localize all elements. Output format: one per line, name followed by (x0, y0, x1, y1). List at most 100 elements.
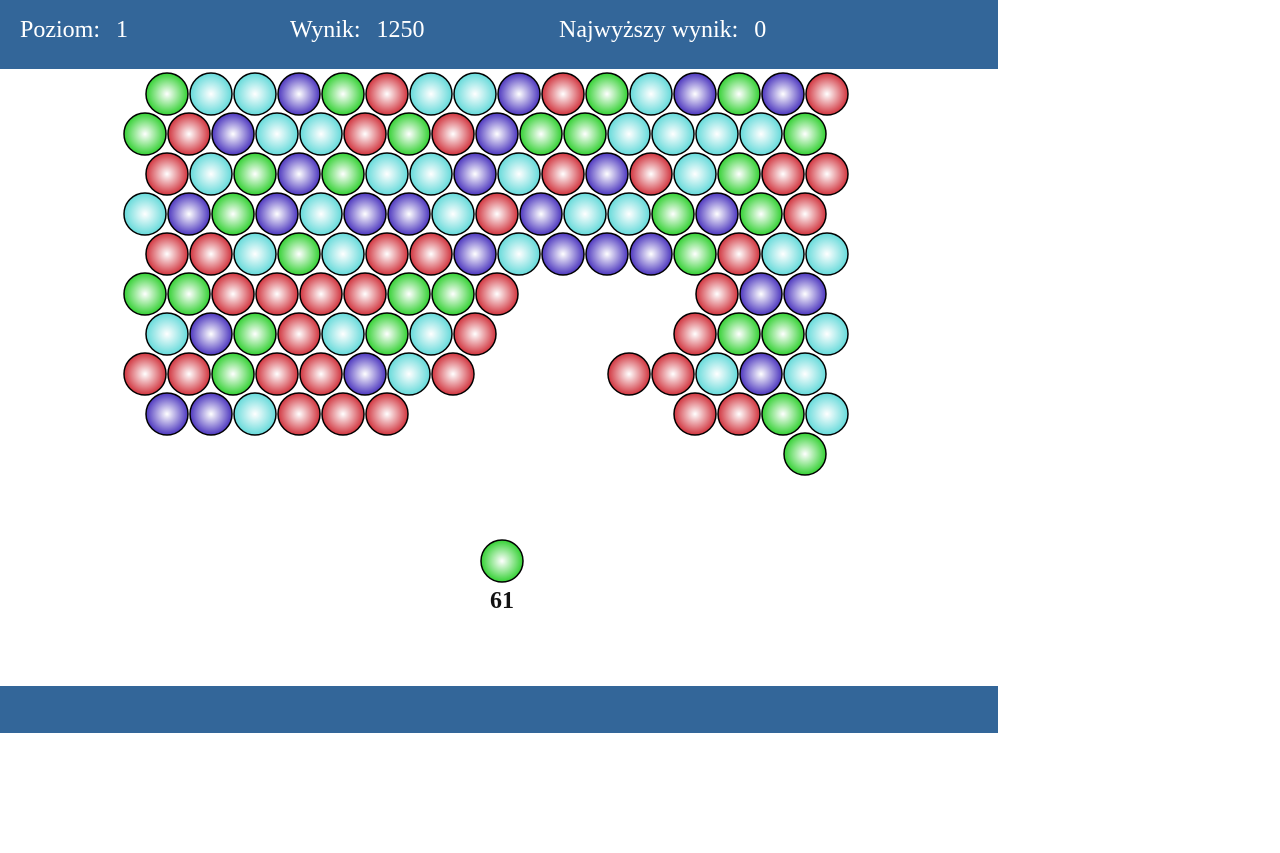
cyan-bubble (563, 192, 607, 236)
red-bubble (145, 152, 189, 196)
blue-bubble (167, 192, 211, 236)
green-bubble (431, 272, 475, 316)
cyan-bubble (321, 232, 365, 276)
cyan-bubble (497, 232, 541, 276)
cyan-bubble (607, 112, 651, 156)
cyan-bubble (629, 72, 673, 116)
cyan-bubble (409, 72, 453, 116)
red-bubble (123, 352, 167, 396)
red-bubble (145, 232, 189, 276)
red-bubble (167, 352, 211, 396)
blue-bubble (629, 232, 673, 276)
red-bubble (277, 312, 321, 356)
green-bubble (651, 192, 695, 236)
blue-bubble (453, 232, 497, 276)
green-bubble (145, 72, 189, 116)
green-bubble (717, 152, 761, 196)
green-bubble (211, 192, 255, 236)
red-bubble (651, 352, 695, 396)
cyan-bubble (299, 112, 343, 156)
red-bubble (343, 112, 387, 156)
cyan-bubble (695, 352, 739, 396)
red-bubble (299, 352, 343, 396)
green-bubble (233, 152, 277, 196)
green-bubble (717, 72, 761, 116)
red-bubble (673, 392, 717, 436)
bubble-grid (123, 72, 849, 476)
red-bubble (717, 392, 761, 436)
blue-bubble (387, 192, 431, 236)
green-bubble (761, 312, 805, 356)
red-bubble (365, 232, 409, 276)
blue-bubble (277, 72, 321, 116)
shooter[interactable] (480, 539, 524, 583)
shooter-bubble[interactable] (480, 539, 524, 583)
cyan-bubble (409, 152, 453, 196)
red-bubble (365, 392, 409, 436)
green-bubble (563, 112, 607, 156)
green-bubble (673, 232, 717, 276)
cyan-bubble (761, 232, 805, 276)
cyan-bubble (255, 112, 299, 156)
blue-bubble (585, 152, 629, 196)
cyan-bubble (695, 112, 739, 156)
red-bubble (541, 72, 585, 116)
green-bubble (321, 152, 365, 196)
green-bubble (739, 192, 783, 236)
green-bubble (167, 272, 211, 316)
cyan-bubble (233, 392, 277, 436)
cyan-bubble (321, 312, 365, 356)
red-bubble (255, 272, 299, 316)
green-bubble (519, 112, 563, 156)
cyan-bubble (739, 112, 783, 156)
red-bubble (475, 192, 519, 236)
cyan-bubble (783, 352, 827, 396)
red-bubble (409, 232, 453, 276)
red-bubble (365, 72, 409, 116)
red-bubble (629, 152, 673, 196)
cyan-bubble (145, 312, 189, 356)
shots-remaining: 61 (490, 588, 514, 614)
green-bubble (123, 272, 167, 316)
red-bubble (189, 232, 233, 276)
cyan-bubble (805, 312, 849, 356)
red-bubble (673, 312, 717, 356)
game-screen[interactable]: Poziom: 1 Wynik: 1250 Najwyższy wynik: 0 61 (0, 0, 1280, 853)
blue-bubble (453, 152, 497, 196)
green-bubble (761, 392, 805, 436)
blue-bubble (541, 232, 585, 276)
red-bubble (453, 312, 497, 356)
blue-bubble (343, 352, 387, 396)
cyan-bubble (299, 192, 343, 236)
cyan-bubble (805, 232, 849, 276)
cyan-bubble (497, 152, 541, 196)
green-bubble (365, 312, 409, 356)
red-bubble (299, 272, 343, 316)
red-bubble (761, 152, 805, 196)
red-bubble (343, 272, 387, 316)
blue-bubble (145, 392, 189, 436)
cyan-bubble (431, 192, 475, 236)
red-bubble (167, 112, 211, 156)
blue-bubble (277, 152, 321, 196)
cyan-bubble (189, 72, 233, 116)
cyan-bubble (805, 392, 849, 436)
blue-bubble (343, 192, 387, 236)
red-bubble (783, 192, 827, 236)
green-bubble (585, 72, 629, 116)
red-bubble (431, 352, 475, 396)
red-bubble (695, 272, 739, 316)
green-bubble (783, 432, 827, 476)
green-bubble (387, 112, 431, 156)
cyan-bubble (387, 352, 431, 396)
red-bubble (321, 392, 365, 436)
cyan-bubble (123, 192, 167, 236)
footer-bar (0, 686, 998, 733)
blue-bubble (189, 392, 233, 436)
cyan-bubble (365, 152, 409, 196)
red-bubble (607, 352, 651, 396)
bubble-board[interactable] (0, 0, 1000, 686)
green-bubble (211, 352, 255, 396)
green-bubble (717, 312, 761, 356)
cyan-bubble (651, 112, 695, 156)
